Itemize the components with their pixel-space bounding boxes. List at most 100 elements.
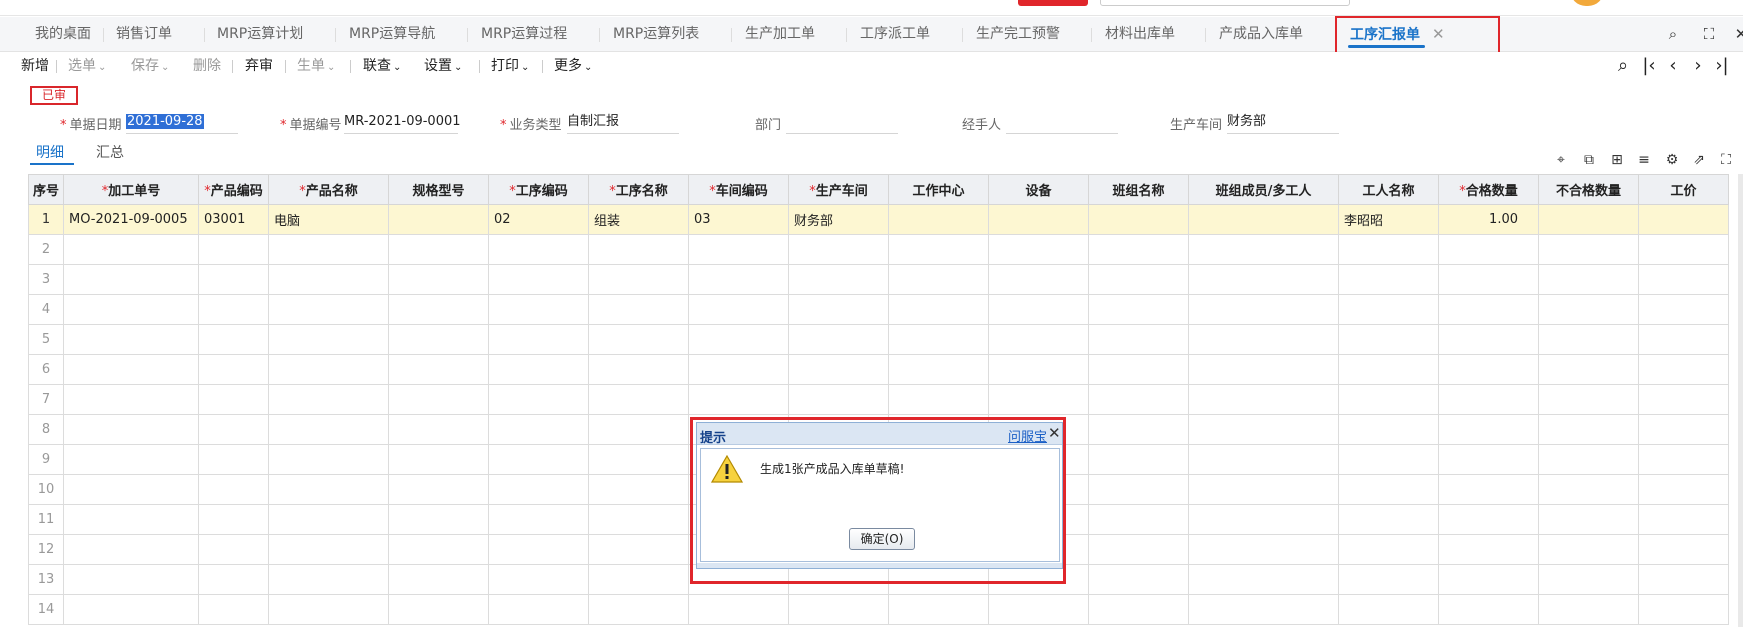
table-cell[interactable] [888, 594, 989, 625]
tab-detail[interactable]: 明细 [36, 142, 64, 162]
table-cell[interactable] [588, 324, 689, 355]
table-cell[interactable] [1188, 564, 1339, 595]
table-cell[interactable] [1188, 294, 1339, 325]
table-cell[interactable] [1438, 444, 1539, 475]
next-record-icon[interactable]: › [1688, 56, 1708, 76]
table-cell[interactable] [888, 384, 989, 415]
table-row[interactable]: 4 [28, 294, 1729, 325]
fullscreen-icon[interactable]: ⛶ [1700, 25, 1718, 43]
close-all-icon[interactable]: ✕ [1732, 25, 1743, 43]
table-cell[interactable] [488, 564, 589, 595]
table-cell[interactable] [1188, 324, 1339, 355]
table-cell[interactable] [1638, 324, 1729, 355]
table-cell[interactable] [1538, 324, 1639, 355]
table-cell[interactable] [1188, 534, 1339, 565]
table-cell[interactable] [63, 504, 199, 535]
column-header[interactable]: 工作中心 [888, 174, 989, 205]
table-cell[interactable] [268, 534, 389, 565]
column-header[interactable]: 班组名称 [1088, 174, 1189, 205]
table-cell[interactable] [1188, 414, 1339, 445]
table-cell[interactable] [788, 294, 889, 325]
settings-button[interactable]: 设置 ⌄ [424, 56, 462, 76]
table-cell[interactable] [198, 444, 269, 475]
table-cell[interactable] [488, 294, 589, 325]
tab-mrp-list[interactable]: MRP运算列表 [613, 17, 699, 52]
tab-sales-order[interactable]: 销售订单 [116, 17, 172, 52]
table-cell[interactable] [788, 234, 889, 265]
table-cell[interactable] [268, 264, 389, 295]
tab-production-order[interactable]: 生产加工单 [745, 17, 815, 52]
table-cell[interactable] [388, 204, 489, 235]
tab-process-dispatch[interactable]: 工序派工单 [860, 17, 930, 52]
table-cell[interactable] [588, 474, 689, 505]
table-cell[interactable] [1438, 534, 1539, 565]
table-cell[interactable] [1188, 504, 1339, 535]
table-cell[interactable] [488, 264, 589, 295]
table-cell[interactable] [1088, 264, 1189, 295]
table-cell[interactable] [1338, 384, 1439, 415]
table-cell[interactable] [788, 324, 889, 355]
table-cell[interactable] [1438, 504, 1539, 535]
table-cell[interactable] [388, 354, 489, 385]
search-icon[interactable]: ⌕ [1664, 25, 1682, 43]
table-cell[interactable] [198, 294, 269, 325]
table-cell[interactable] [1338, 234, 1439, 265]
table-cell[interactable] [1338, 294, 1439, 325]
top-action-button[interactable] [1018, 0, 1088, 6]
table-cell[interactable] [888, 264, 989, 295]
more-button[interactable]: 更多 ⌄ [554, 56, 592, 76]
table-cell[interactable] [688, 234, 789, 265]
print-button[interactable]: 打印 ⌄ [491, 56, 529, 76]
table-cell[interactable] [1338, 414, 1439, 445]
table-cell[interactable]: 03 [688, 204, 789, 235]
table-cell[interactable] [1338, 264, 1439, 295]
table-cell[interactable] [63, 384, 199, 415]
table-cell[interactable] [588, 594, 689, 625]
table-cell[interactable] [1538, 474, 1639, 505]
table-cell[interactable] [388, 234, 489, 265]
table-cell[interactable] [688, 354, 789, 385]
table-cell[interactable] [1438, 474, 1539, 505]
ok-button[interactable]: 确定(O) [849, 528, 915, 550]
table-cell[interactable] [198, 324, 269, 355]
table-cell[interactable]: 1.00 [1438, 204, 1539, 235]
table-cell[interactable]: 组装 [588, 204, 689, 235]
table-cell[interactable] [1538, 564, 1639, 595]
table-cell[interactable] [1638, 444, 1729, 475]
table-cell[interactable] [1088, 324, 1189, 355]
table-cell[interactable] [488, 444, 589, 475]
handler-field[interactable] [1006, 112, 1118, 134]
table-cell[interactable] [588, 444, 689, 475]
table-cell[interactable] [1088, 294, 1189, 325]
table-cell[interactable] [488, 594, 589, 625]
table-cell[interactable] [1438, 324, 1539, 355]
table-cell[interactable] [268, 324, 389, 355]
table-cell[interactable] [688, 264, 789, 295]
tab-finished-goods-inbound[interactable]: 产成品入库单 [1219, 17, 1303, 52]
table-row[interactable]: 6 [28, 354, 1729, 385]
column-header[interactable]: 序号 [28, 174, 64, 205]
table-cell[interactable] [488, 354, 589, 385]
table-cell[interactable] [588, 414, 689, 445]
table-cell[interactable] [388, 564, 489, 595]
table-cell[interactable] [63, 264, 199, 295]
table-cell[interactable] [888, 204, 989, 235]
date-field[interactable]: 2021-09-28 [126, 112, 238, 134]
tab-mrp-nav[interactable]: MRP运算导航 [349, 17, 435, 52]
tab-summary[interactable]: 汇总 [96, 142, 124, 162]
table-cell[interactable] [1338, 354, 1439, 385]
table-cell[interactable] [1638, 564, 1729, 595]
table-cell[interactable] [268, 294, 389, 325]
table-cell[interactable] [788, 354, 889, 385]
table-cell[interactable] [1088, 234, 1189, 265]
table-cell[interactable] [1188, 444, 1339, 475]
table-cell[interactable] [988, 384, 1089, 415]
table-cell[interactable] [1088, 564, 1189, 595]
first-record-icon[interactable]: |‹ [1639, 56, 1659, 76]
table-cell[interactable]: 财务部 [788, 204, 889, 235]
table-cell[interactable] [1338, 324, 1439, 355]
table-cell[interactable] [1538, 594, 1639, 625]
expand-grid-icon[interactable]: ⛶ [1718, 152, 1734, 168]
table-cell[interactable] [1538, 264, 1639, 295]
table-cell[interactable] [198, 414, 269, 445]
